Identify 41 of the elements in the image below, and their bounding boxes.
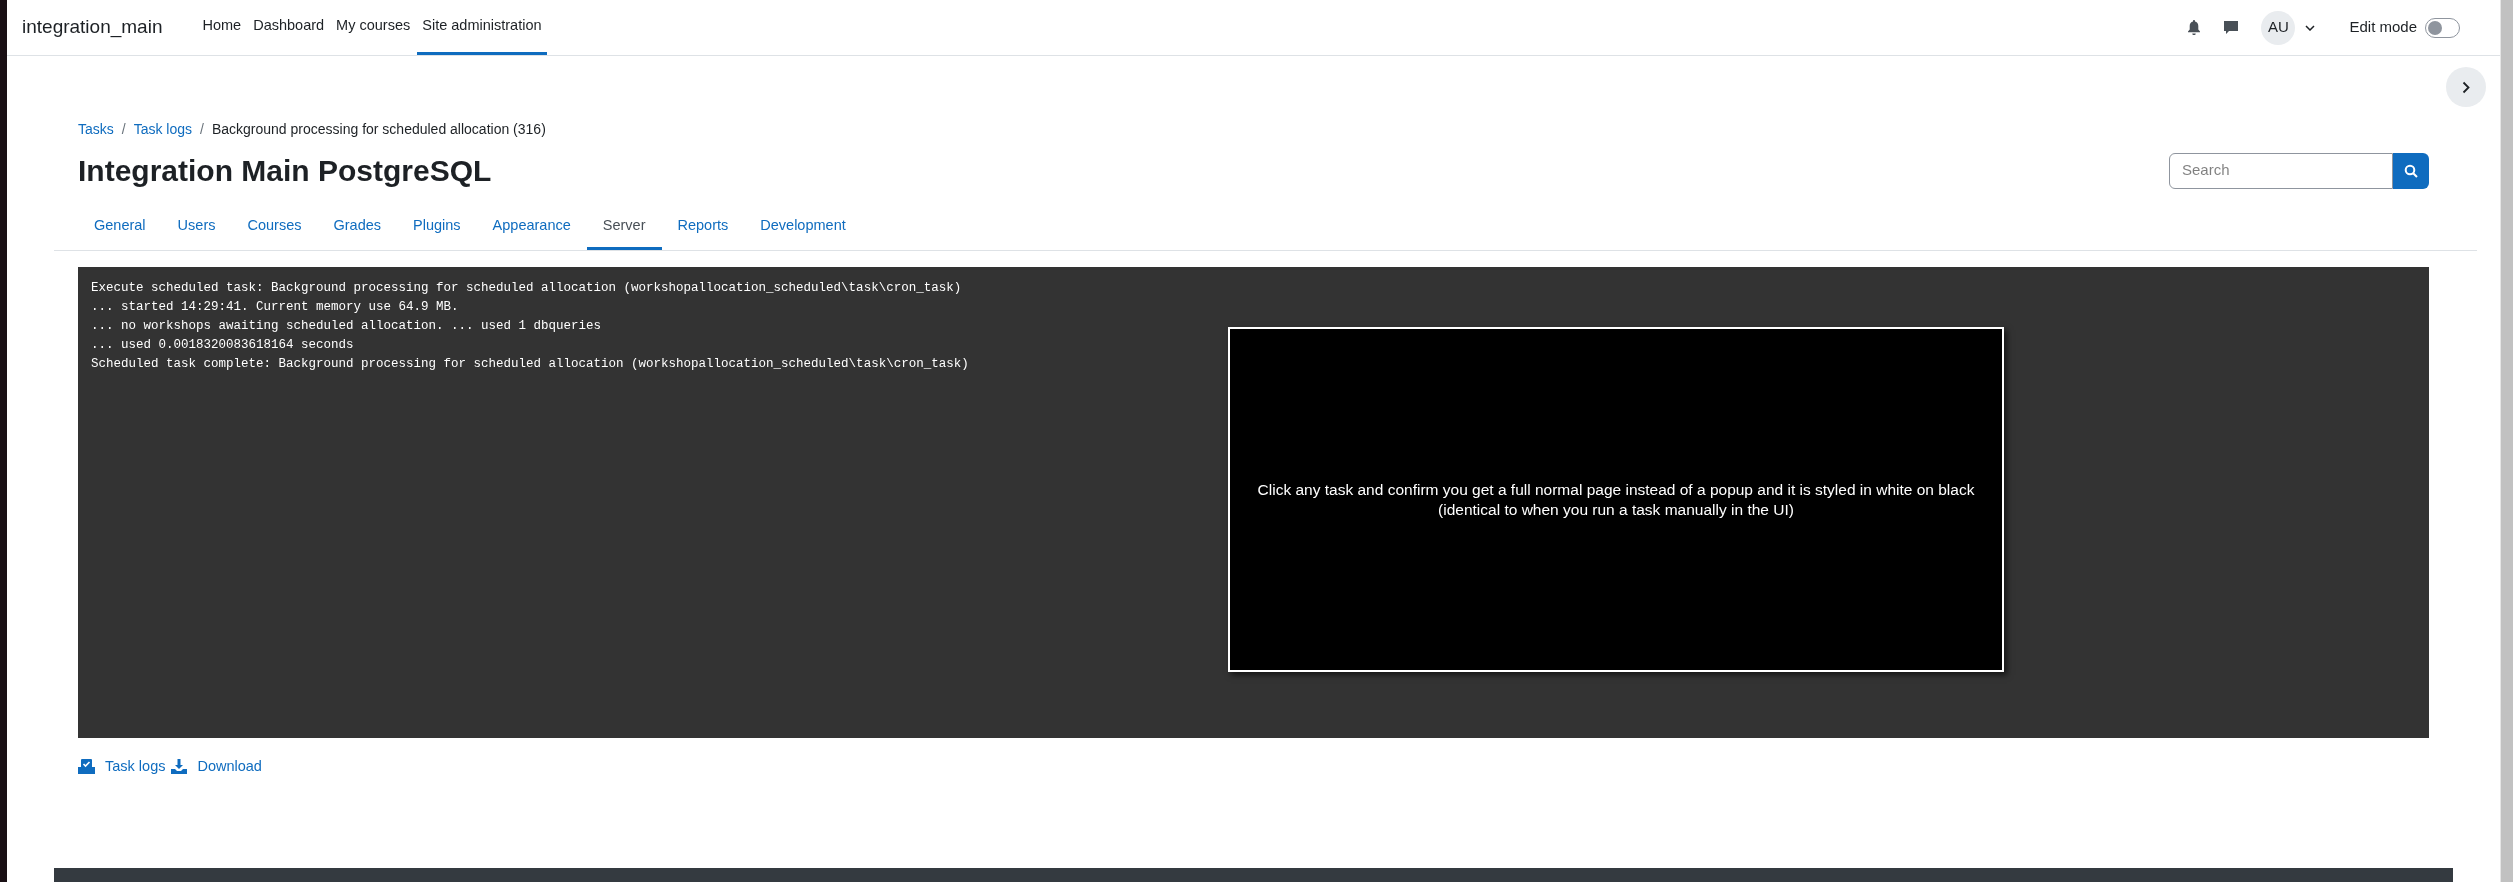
scrollbar[interactable] bbox=[2500, 0, 2513, 882]
log-line: ... no workshops awaiting scheduled allocation. ... used 1 dbqueries bbox=[91, 318, 603, 335]
tab[interactable]: Users bbox=[161, 205, 232, 250]
user-avatar[interactable]: AU bbox=[2261, 10, 2296, 45]
log-line: Scheduled task complete: Background processing for scheduled allocation (workshopallocation_scheduled\task\cron_task) bbox=[91, 356, 970, 373]
inbox-check-icon bbox=[78, 759, 95, 775]
chevron-right-icon bbox=[2462, 80, 2470, 94]
search-icon bbox=[2404, 163, 2418, 178]
breadcrumb-current: Background processing for scheduled allocation (316) bbox=[211, 119, 546, 139]
tab[interactable]: Plugins bbox=[397, 205, 477, 250]
log-line: Execute scheduled task: Background processing for scheduled allocation (workshopallocation_scheduled\task\cron_task) bbox=[91, 280, 963, 297]
tab[interactable]: Reports bbox=[661, 205, 745, 250]
edit-mode-toggle[interactable] bbox=[2425, 17, 2460, 38]
tab[interactable]: Courses bbox=[231, 205, 318, 250]
chat-icon[interactable] bbox=[2223, 19, 2240, 36]
breadcrumb-separator: / bbox=[200, 119, 204, 139]
drawer-toggle-button[interactable] bbox=[2446, 67, 2486, 107]
nav-link[interactable]: Home bbox=[197, 0, 247, 55]
nav-link[interactable]: Dashboard bbox=[248, 0, 330, 55]
nav-link[interactable]: Site administration bbox=[417, 0, 547, 55]
tab[interactable]: Server bbox=[586, 205, 662, 250]
bell-icon[interactable] bbox=[2187, 20, 2202, 35]
site-name[interactable]: integration_main bbox=[22, 13, 163, 42]
breadcrumb-link[interactable]: Tasks bbox=[78, 118, 114, 140]
task-logs-link[interactable]: Task logs bbox=[105, 756, 166, 778]
overlay-note-text: Click any task and confirm you get a full normal page instead of a popup and it is styled in white on black (identical to when you run a task manually in the UI) bbox=[1257, 479, 1975, 520]
breadcrumb-separator: / bbox=[121, 119, 126, 139]
tab[interactable]: General bbox=[78, 205, 162, 250]
tab[interactable]: Appearance bbox=[476, 205, 587, 250]
search-button[interactable] bbox=[2393, 152, 2429, 189]
log-line: ... started 14:29:41. Current memory use 64.9 MB. bbox=[91, 299, 460, 316]
tab[interactable]: Grades bbox=[317, 205, 398, 250]
log-line: ... used 0.0018320083618164 seconds bbox=[91, 337, 355, 354]
download-link[interactable]: Download bbox=[197, 756, 262, 778]
tab[interactable]: Development bbox=[744, 205, 862, 250]
breadcrumb-link[interactable]: Task logs bbox=[133, 118, 193, 140]
download-icon bbox=[171, 759, 188, 775]
chevron-down-icon[interactable] bbox=[2305, 24, 2316, 31]
nav-link[interactable]: My courses bbox=[331, 0, 416, 55]
edit-mode-label: Edit mode bbox=[2349, 17, 2417, 38]
page-title: Integration Main PostgreSQL bbox=[78, 153, 492, 189]
